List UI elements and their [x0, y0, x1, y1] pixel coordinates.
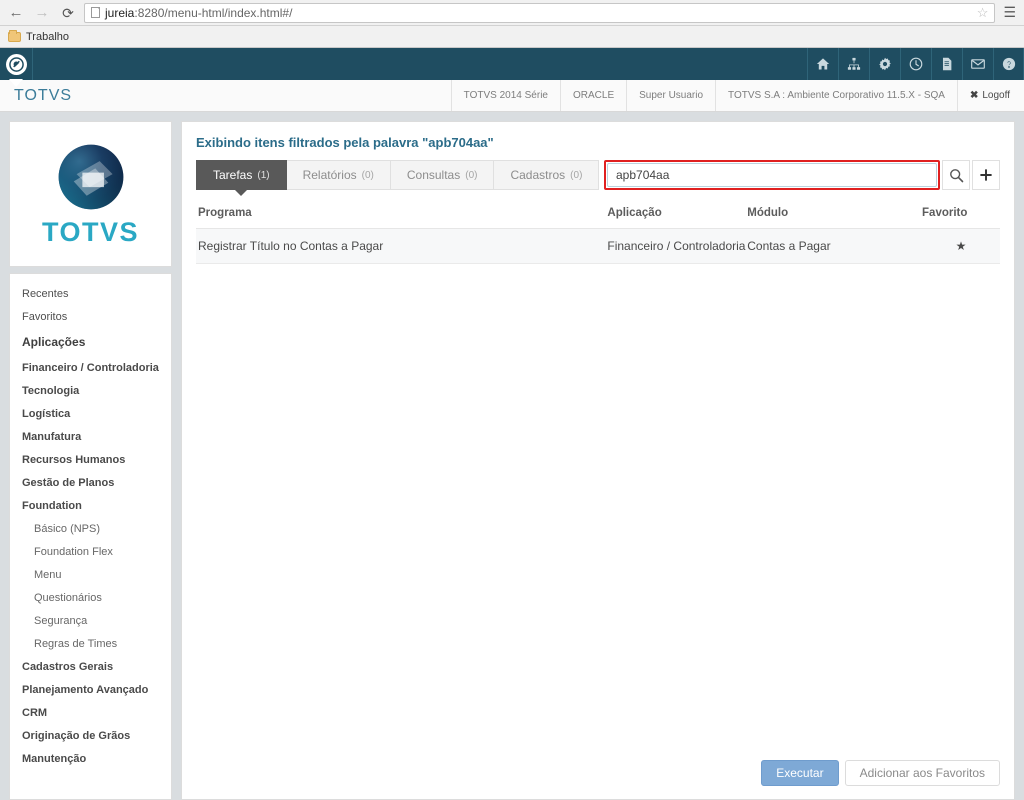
close-x-icon: ✖	[969, 90, 979, 101]
back-icon[interactable]: ←	[6, 3, 26, 23]
column-header-modulo: Módulo	[747, 201, 923, 229]
tab-label: Consultas	[406, 168, 461, 182]
sidebar-item-menu[interactable]: Menu	[10, 563, 171, 586]
table-row[interactable]: Registrar Título no Contas a Pagar Financ…	[196, 228, 1000, 264]
sidebar-item-manufatura[interactable]: Manufatura	[10, 425, 171, 448]
tab-consultas[interactable]: Consultas (0)	[390, 160, 495, 190]
plus-icon	[980, 169, 992, 181]
bookmarks-bar: Trabalho	[0, 26, 1024, 48]
column-header-programa: Programa	[196, 201, 608, 229]
panel-footer: Executar Adicionar aos Favoritos	[182, 760, 1014, 799]
table-header-row: Programa Aplicação Módulo Favorito	[196, 201, 1000, 229]
page-title: Exibindo itens filtrados pela palavra "a…	[196, 135, 494, 150]
bookmark-star-icon[interactable]: ☆	[969, 5, 989, 21]
search-area	[604, 160, 1000, 190]
sidebar-item-b-sico-nps[interactable]: Básico (NPS)	[10, 517, 171, 540]
url-host: jureia	[105, 5, 135, 20]
sidebar-item-tecnologia[interactable]: Tecnologia	[10, 379, 171, 402]
help-circle-icon[interactable]	[993, 48, 1024, 80]
sidebar-item-recentes[interactable]: Recentes	[10, 282, 171, 305]
sidebar-item-question-rios[interactable]: Questionários	[10, 586, 171, 609]
column-header-favorito: Favorito	[922, 201, 1000, 229]
row-aplicacao: Financeiro / Controladoria	[607, 228, 748, 264]
magnifier-icon	[949, 168, 963, 182]
envelope-icon[interactable]	[962, 48, 993, 80]
url-text: jureia:8280/menu-html/index.html#/	[105, 6, 292, 20]
sidebar-item-gest-o-de-planos[interactable]: Gestão de Planos	[10, 471, 171, 494]
sidebar-item-planejamento-avan-ado[interactable]: Planejamento Avançado	[10, 678, 171, 701]
subheader-item-user: Super Usuario	[626, 80, 715, 111]
logoff-label: Logoff	[982, 90, 1010, 101]
sidebar-item-financeiro-controladoria[interactable]: Financeiro / Controladoria	[10, 356, 171, 379]
home-icon[interactable]	[807, 48, 838, 80]
sidebar-item-recursos-humanos[interactable]: Recursos Humanos	[10, 448, 171, 471]
sidebar-item-regras-de-times[interactable]: Regras de Times	[10, 632, 171, 655]
tab-label: Relatórios	[302, 168, 357, 182]
folder-icon	[8, 29, 21, 42]
search-highlight-box	[604, 160, 940, 190]
sidebar-item-crm[interactable]: CRM	[10, 701, 171, 724]
reload-icon[interactable]: ⟳	[58, 3, 78, 23]
sidebar-logo-panel: TOTVS	[9, 121, 172, 267]
tabs-and-search-row: Tarefas (1) Relatórios (0) Consultas (0) Cadas…	[196, 160, 1000, 190]
row-favorito[interactable]: ★	[922, 228, 1000, 264]
sidebar-item-aplica-es: Aplicações	[22, 335, 86, 349]
main-panel: Exibindo itens filtrados pela palavra "a…	[181, 121, 1015, 800]
toolbar-divider	[32, 48, 33, 80]
row-programa: Registrar Título no Contas a Pagar	[196, 228, 608, 264]
gear-icon[interactable]	[869, 48, 900, 80]
sidebar-item-foundation-flex[interactable]: Foundation Flex	[10, 540, 171, 563]
tab-relat-rios[interactable]: Relatórios (0)	[286, 160, 391, 190]
tab-count: (0)	[361, 169, 374, 181]
tab-cadastros[interactable]: Cadastros (0)	[494, 160, 600, 190]
sidebar-item-origina-o-de-gr-os[interactable]: Originação de Grãos	[10, 724, 171, 747]
sidebar-item-cadastros-gerais[interactable]: Cadastros Gerais	[10, 655, 171, 678]
search-input[interactable]	[607, 163, 937, 187]
sidebar-item-manuten-o[interactable]: Manutenção	[10, 747, 171, 770]
sidebar-logo-text: TOTVS	[41, 216, 140, 247]
sidebar: TOTVS Recentes Favoritos Aplicações Finance…	[9, 121, 172, 800]
execute-button[interactable]: Executar	[761, 760, 839, 786]
row-modulo: Contas a Pagar	[747, 228, 923, 264]
document-icon[interactable]	[931, 48, 962, 80]
sidebar-nav: Recentes Favoritos Aplicações Financeiro / …	[9, 273, 172, 800]
app-subheader: TOTVS TOTVS 2014 Série ORACLE Super Usua…	[0, 80, 1024, 112]
results-table: Programa Aplicação Módulo Favorito Regis…	[196, 201, 1000, 264]
toolbar-icon-group	[807, 48, 1024, 80]
sitemap-icon[interactable]	[838, 48, 869, 80]
app-body: TOTVS Recentes Favoritos Aplicações Finance…	[0, 112, 1024, 800]
add-to-favorites-button[interactable]: Adicionar aos Favoritos	[844, 760, 1000, 786]
url-path: :8280/menu-html/index.html#/	[134, 5, 293, 20]
clock-icon[interactable]	[900, 48, 931, 80]
tab-bar: Tarefas (1) Relatórios (0) Consultas (0) Cadas…	[196, 160, 600, 190]
search-button[interactable]	[942, 160, 970, 190]
sidebar-item-foundation[interactable]: Foundation	[10, 494, 171, 517]
tab-label: Cadastros	[510, 168, 566, 182]
tab-count: (0)	[570, 169, 583, 181]
sidebar-item-log-stica[interactable]: Logística	[10, 402, 171, 425]
hamburger-menu-icon[interactable]: ☰	[1001, 4, 1018, 21]
subheader-item-serie: TOTVS 2014 Série	[450, 80, 560, 111]
browser-toolbar: ← → ⟳ jureia:8280/menu-html/index.html#/…	[0, 0, 1024, 26]
totvs-badge-icon[interactable]	[0, 48, 32, 87]
tab-count: (1)	[257, 169, 270, 181]
add-button[interactable]	[972, 160, 1000, 190]
tab-label: Tarefas	[213, 168, 253, 182]
sidebar-item-seguran-a[interactable]: Segurança	[10, 609, 171, 632]
column-header-aplicacao: Aplicação	[607, 201, 748, 229]
bookmark-item-trabalho[interactable]: Trabalho	[26, 31, 69, 43]
logoff-button[interactable]: ✖ Logoff	[956, 80, 1024, 111]
sidebar-item-favoritos[interactable]: Favoritos	[10, 305, 171, 328]
forward-icon[interactable]: →	[32, 3, 52, 23]
tab-count: (0)	[465, 169, 478, 181]
page-icon	[91, 7, 100, 18]
app-toolbar	[0, 48, 1024, 87]
subheader-item-environment: TOTVS S.A : Ambiente Corporativo 11.5.X …	[715, 80, 957, 111]
totvs-sphere-icon	[58, 144, 123, 209]
address-bar[interactable]: jureia:8280/menu-html/index.html#/ ☆	[84, 2, 996, 23]
tab-tarefas[interactable]: Tarefas (1)	[196, 160, 287, 190]
subheader-item-database: ORACLE	[559, 80, 626, 111]
